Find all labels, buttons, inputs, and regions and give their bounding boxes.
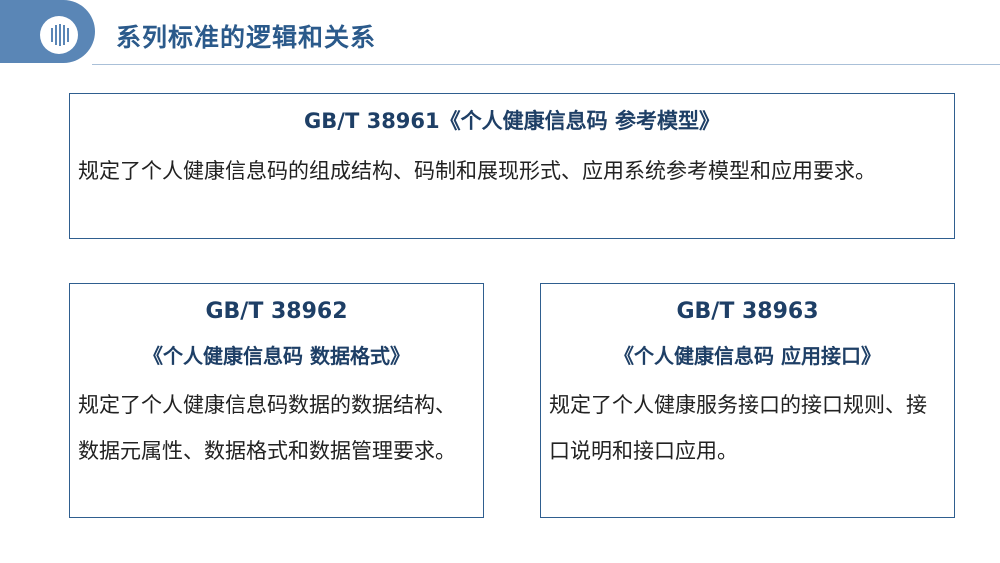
standard-card-38963: GB/T 38963 《个人健康信息码 应用接口》 规定了个人健康服务接口的接口… bbox=[540, 283, 955, 518]
standard-title: GB/T 38961《个人健康信息码 参考模型》 bbox=[304, 109, 720, 133]
title-divider bbox=[92, 64, 1000, 65]
page-title: 系列标准的逻辑和关系 bbox=[116, 23, 377, 52]
standard-number: GB/T 38962 bbox=[205, 299, 348, 324]
header-tab bbox=[0, 0, 95, 63]
logo-icon bbox=[40, 16, 78, 54]
standard-name: 《个人健康信息码 应用接口》 bbox=[614, 344, 881, 368]
standard-description: 规定了个人健康信息码的组成结构、码制和展现形式、应用系统参考模型和应用要求。 bbox=[78, 159, 876, 183]
standard-description: 规定了个人健康信息码数据的数据结构、数据元属性、数据格式和数据管理要求。 bbox=[78, 393, 456, 463]
standard-number: GB/T 38963 bbox=[676, 299, 819, 324]
standard-card-38961: GB/T 38961《个人健康信息码 参考模型》 规定了个人健康信息码的组成结构… bbox=[69, 93, 955, 239]
standard-card-38962: GB/T 38962 《个人健康信息码 数据格式》 规定了个人健康信息码数据的数… bbox=[69, 283, 484, 518]
standard-name: 《个人健康信息码 数据格式》 bbox=[143, 344, 410, 368]
standard-description: 规定了个人健康服务接口的接口规则、接口说明和接口应用。 bbox=[549, 393, 927, 463]
